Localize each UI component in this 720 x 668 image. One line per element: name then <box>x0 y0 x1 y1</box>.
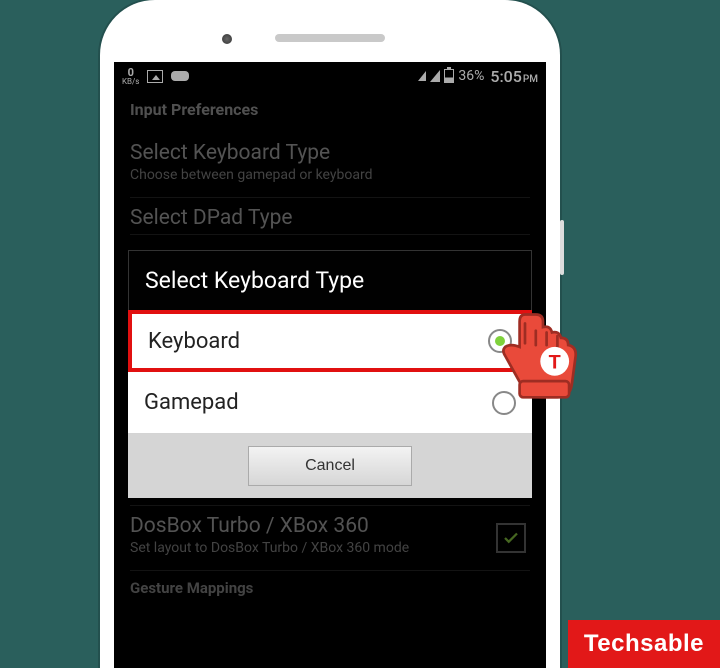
dialog-footer: Cancel <box>128 434 532 498</box>
svg-text:T: T <box>549 352 561 374</box>
pointer-hand-annotation: T <box>498 305 588 405</box>
dialog-title: Select Keyboard Type <box>128 250 532 310</box>
cancel-button[interactable]: Cancel <box>248 446 412 486</box>
option-label: Keyboard <box>148 329 240 354</box>
select-keyboard-type-dialog: Select Keyboard Type Keyboard Gamepad Ca… <box>128 250 532 498</box>
phone-sensor <box>222 34 232 44</box>
option-label: Gamepad <box>144 390 239 415</box>
phone-earpiece <box>275 34 385 42</box>
watermark-techsable: Techsable <box>568 620 720 668</box>
option-gamepad[interactable]: Gamepad <box>128 372 532 434</box>
phone-side-button <box>560 220 564 275</box>
option-keyboard[interactable]: Keyboard <box>128 310 532 372</box>
